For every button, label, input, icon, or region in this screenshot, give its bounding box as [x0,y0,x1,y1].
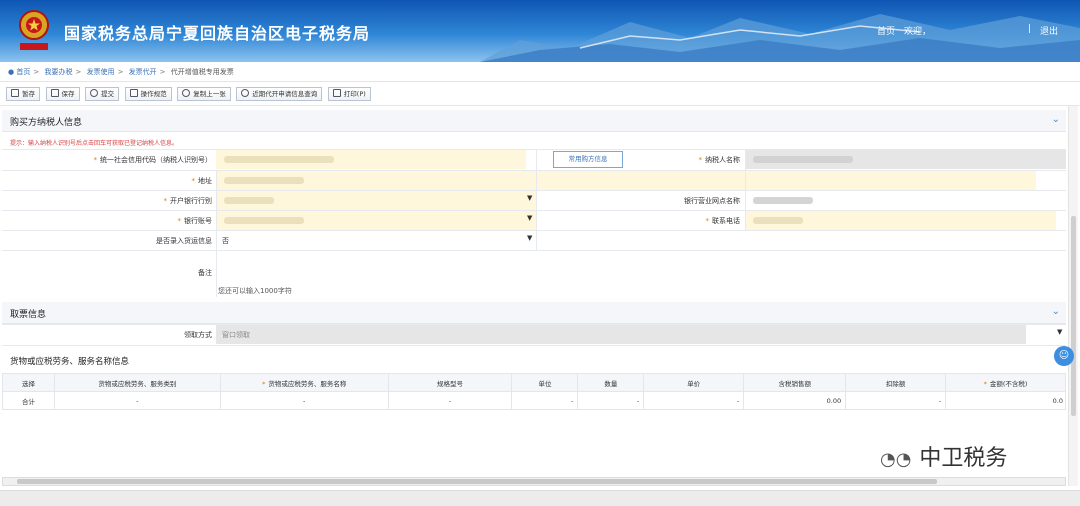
address-input[interactable] [216,171,1036,190]
pickup-method-label: 领取方式 [184,331,212,339]
nav-separator: | [1028,24,1032,34]
buyer-section-title: 购买方纳税人信息 [10,118,83,128]
location-pin-icon: ● [8,68,15,76]
common-buyer-button[interactable]: 常用购方信息 [553,151,623,168]
cell-unit: - [511,391,579,410]
credit-code-label: * 统一社会信用代码（纳税人识别号） [93,156,213,164]
bank-label: * 开户银行行别 [163,197,213,205]
national-emblem-icon [19,10,49,50]
col-price: 单价 [643,373,745,392]
branch-label: 银行营业网点名称 [684,197,740,205]
guide-button[interactable]: 操作规范 [124,87,172,101]
cargo-label: 是否录入货运信息 [156,237,212,245]
copy-last-button[interactable]: 复制上一张 [177,87,231,101]
floppy-icon [11,89,19,97]
cell-deduct: - [845,391,947,410]
pickup-method-value: 窗口领取 [222,331,250,339]
caret-down-icon[interactable]: ▼ [1057,328,1062,336]
cell-category: - [53,391,221,410]
phone-input[interactable] [745,211,1056,230]
taxpayer-name-input[interactable] [745,150,1066,169]
cell-price: - [643,391,745,410]
save-draft-button[interactable]: 暂存 [6,87,40,101]
branch-input[interactable] [745,191,1066,210]
site-title: 国家税务总局宁夏回族自治区电子税务局 [64,24,371,43]
col-name: * 货物或应税劳务、服务名称 [219,373,389,392]
submit-button[interactable]: 提交 [85,87,120,101]
col-spec: 规格型号 [387,373,513,392]
breadcrumb-tax[interactable]: 我要办税 [44,68,72,76]
caret-down-icon[interactable]: ▼ [527,194,532,202]
customer-service-icon[interactable]: ☺ [1054,346,1074,366]
taxpayer-name-label: * 纳税人名称 [698,156,741,164]
search-icon [241,89,250,97]
breadcrumb-home[interactable]: 首页 [16,68,30,76]
watermark: ◔◔ 中卫税务 [880,446,1008,471]
pickup-section-title: 取票信息 [10,310,47,320]
remark-textarea[interactable] [216,251,1066,283]
table-header-row: 选择 货物或应税劳务、服务类别 * 货物或应税劳务、服务名称 规格型号 单位 数量… [2,373,1066,392]
wechat-icon: ◔◔ [880,449,912,470]
col-select: 选择 [2,373,55,392]
pickup-section-header[interactable]: 取票信息 ⌄ [2,302,1066,324]
account-select[interactable] [216,211,536,230]
breadcrumb-invoice-issue[interactable]: 发票代开 [129,68,157,76]
people-icon [129,89,138,97]
printer-icon [332,89,341,97]
cell-gross: 0.00 [743,391,847,410]
table-row-total: 合计 - - - - - - 0.00 - 0.0 [2,391,1066,410]
buyer-section-header[interactable]: 购买方纳税人信息 ⌄ [2,110,1066,132]
caret-down-icon[interactable]: ▼ [527,234,532,242]
col-deduct: 扣除额 [845,373,947,392]
goods-table: 选择 货物或应税劳务、服务类别 * 货物或应税劳务、服务名称 规格型号 单位 数量… [2,373,1066,410]
breadcrumb: ● 首页 > 我要办税 > 发票使用 > 发票代开 > 代开增值税专用发票 [0,62,1080,82]
remark-hint: 您还可以输入1000字符 [218,287,292,295]
goods-section-title: 货物或应税劳务、服务名称信息 [10,357,130,367]
breadcrumb-invoice-use[interactable]: 发票使用 [87,68,115,76]
check-icon [90,89,99,97]
cell-qty: - [577,391,645,410]
cell-spec: - [387,391,513,410]
toolbar: 暂存 保存 提交 操作规范 复制上一张 近期代开申请信息查询 打印(P) [0,84,1080,106]
col-unit: 单位 [511,373,579,392]
save-button[interactable]: 保存 [45,87,80,101]
logout-link[interactable]: 退出 [1040,24,1058,37]
home-link[interactable]: 首页 [877,24,895,37]
total-label: 合计 [2,391,55,410]
col-qty: 数量 [577,373,645,392]
credit-code-input[interactable] [216,150,526,169]
col-gross: 含税销售额 [743,373,847,392]
cell-amount: 0.0 [945,391,1066,410]
caret-down-icon[interactable]: ▼ [527,214,532,222]
welcome-text: 欢迎， [904,27,932,37]
buyer-tip: 提示：输入纳税人识别号后点击回车可获取已登记纳税人信息。 [10,140,179,147]
remark-label: 备注 [198,269,212,277]
cargo-select[interactable]: 否 [216,231,536,250]
phone-label: * 联系电话 [705,217,741,225]
breadcrumb-current: 代开增值税专用发票 [170,68,234,76]
cargo-value: 否 [222,237,229,245]
chevron-down-icon[interactable]: ⌄ [1052,114,1060,125]
col-amount: * 金额(不含税) [945,373,1066,392]
site-header: 国家税务总局宁夏回族自治区电子税务局 首页 欢迎， | 退出 [0,0,1080,62]
chevron-down-icon[interactable]: ⌄ [1052,306,1060,317]
copy-icon [182,89,191,97]
recent-query-button[interactable]: 近期代开申请信息查询 [236,87,323,101]
floppy-icon [50,89,59,97]
great-wall-banner [480,14,1080,62]
cell-name: - [219,391,389,410]
footer-bar [0,490,1080,506]
address-label: * 地址 [191,177,213,185]
account-label: * 银行账号 [177,217,213,225]
print-button[interactable]: 打印(P) [327,87,371,101]
vertical-scrollbar[interactable] [1068,106,1078,486]
bank-select[interactable] [216,191,536,210]
pickup-method-select[interactable]: 窗口领取 [216,325,1026,344]
horizontal-scrollbar[interactable] [2,477,1066,486]
col-category: 货物或应税劳务、服务类别 [53,373,221,392]
